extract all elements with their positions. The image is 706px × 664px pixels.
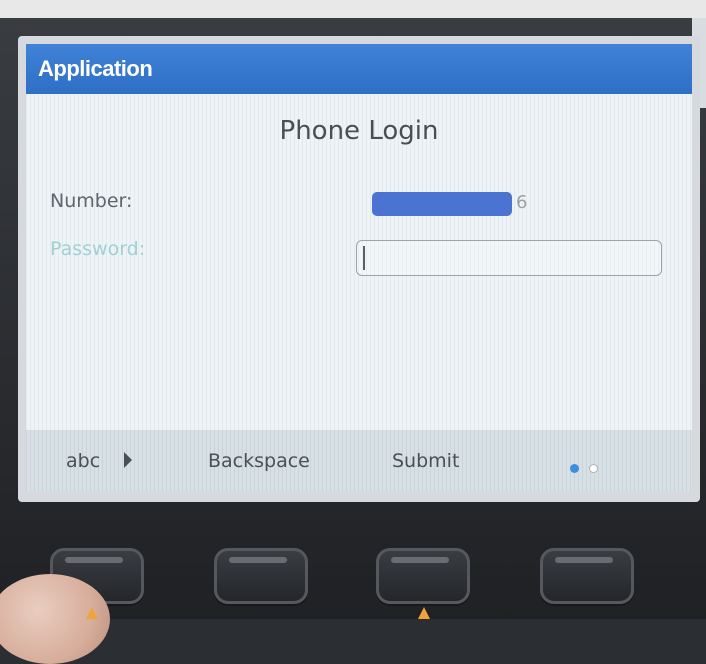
pointer-marker-icon xyxy=(86,607,98,619)
phone-screen: Application Phone Login Number: 6 Passwo… xyxy=(26,44,692,492)
hardware-softkey-3[interactable] xyxy=(376,548,470,604)
background-edge xyxy=(0,0,706,18)
password-input[interactable] xyxy=(356,240,662,276)
page-title: Phone Login xyxy=(279,116,439,146)
button-highlight xyxy=(555,557,613,563)
text-caret xyxy=(363,246,365,270)
hardware-softkey-2[interactable] xyxy=(214,548,308,604)
number-label: Number: xyxy=(50,190,133,212)
dot-filled-icon xyxy=(570,464,579,473)
button-highlight xyxy=(229,557,287,563)
title-bar: Application xyxy=(26,44,692,94)
pointer-marker-icon xyxy=(418,607,430,619)
number-redaction xyxy=(372,192,512,216)
softkey-backspace[interactable]: Backspace xyxy=(208,450,310,472)
softkey-bar: abc Backspace Submit xyxy=(26,430,692,492)
hardware-softkey-4[interactable] xyxy=(540,548,634,604)
app-title: Application xyxy=(38,56,153,81)
number-value-suffix: 6 xyxy=(516,192,528,213)
softkey-input-mode[interactable]: abc xyxy=(66,450,100,472)
finger xyxy=(0,574,110,664)
softkey-submit[interactable]: Submit xyxy=(392,450,459,472)
page-indicator xyxy=(570,458,603,477)
dot-hollow-icon xyxy=(589,464,599,473)
login-form: Phone Login Number: 6 Password: xyxy=(26,94,692,428)
triangle-right-icon xyxy=(124,452,132,468)
button-highlight xyxy=(391,557,449,563)
button-highlight xyxy=(65,557,123,563)
password-label: Password: xyxy=(50,238,146,260)
